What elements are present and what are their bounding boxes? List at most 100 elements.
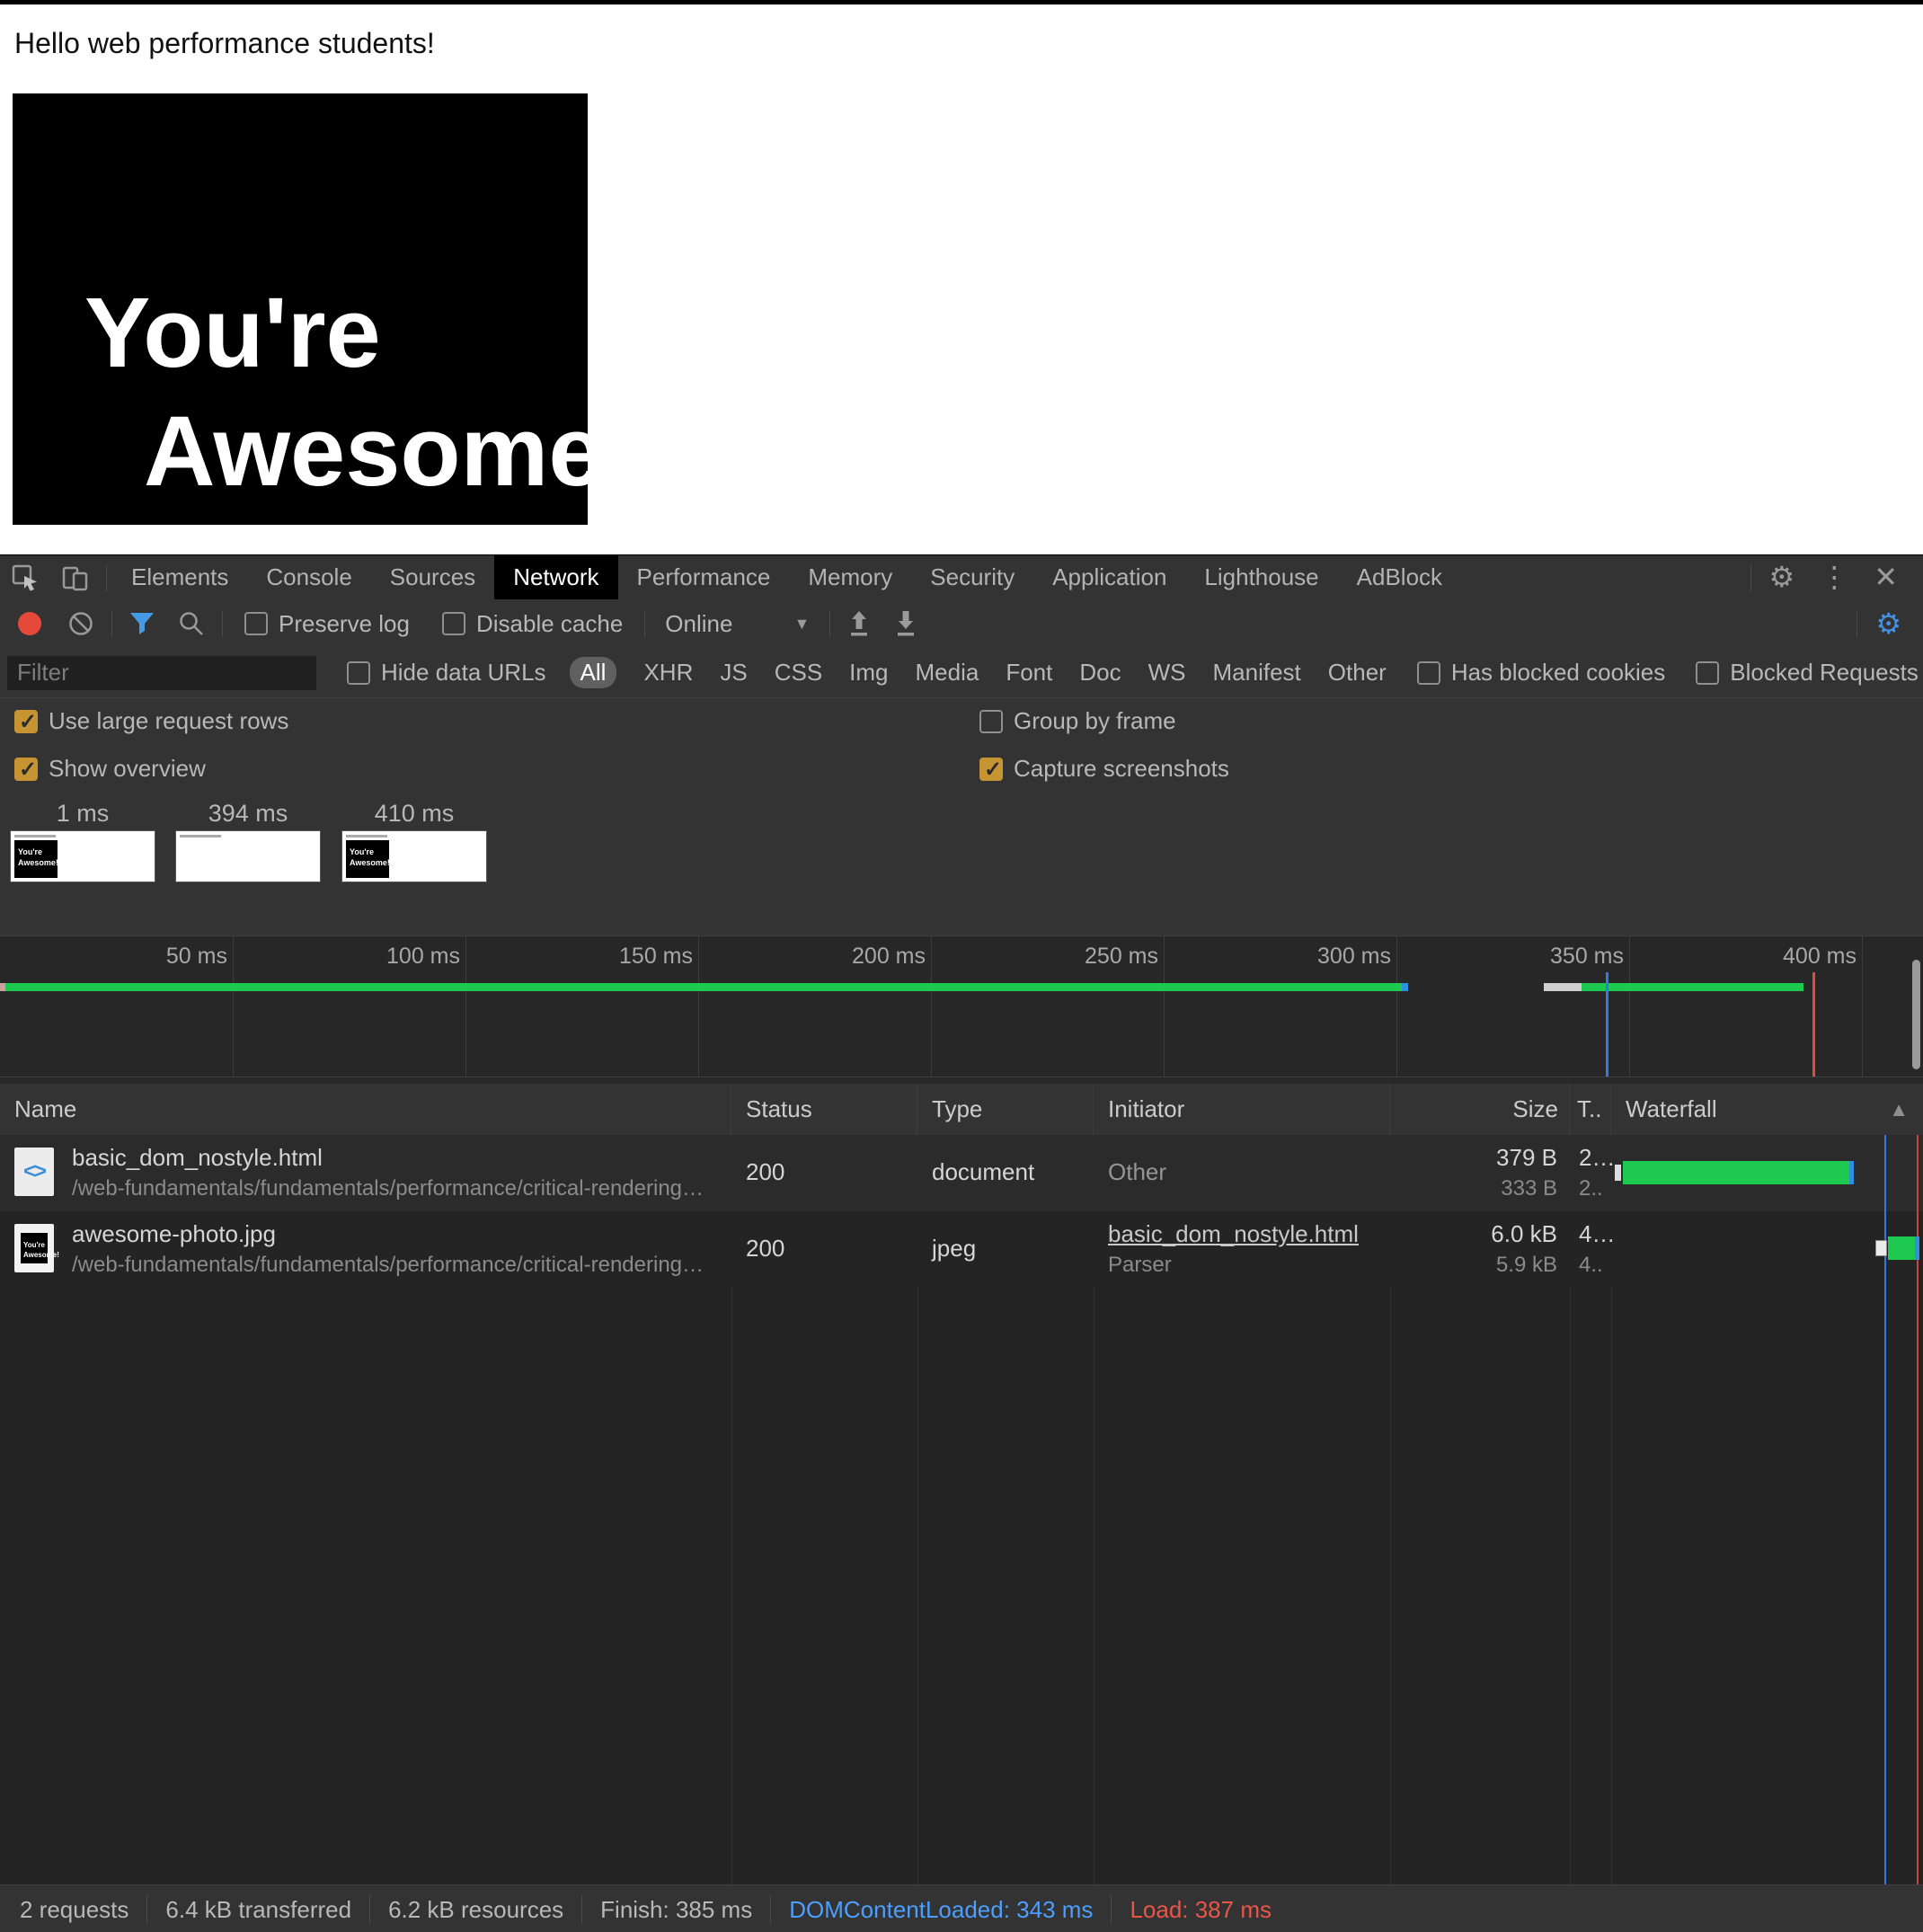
overview-tick-300ms: 300 ms — [1256, 944, 1391, 970]
network-overview[interactable]: 50 ms 100 ms 150 ms 200 ms 250 ms 300 ms… — [0, 935, 1923, 1077]
column-header-type[interactable]: Type — [917, 1084, 1094, 1135]
devtools-chrome: Elements Console Sources Network Perform… — [0, 555, 1923, 935]
filter-type-font[interactable]: Font — [1006, 659, 1052, 687]
filter-type-js[interactable]: JS — [720, 659, 747, 687]
filter-type-doc[interactable]: Doc — [1079, 659, 1121, 687]
record-button[interactable] — [18, 612, 41, 635]
tab-application[interactable]: Application — [1033, 555, 1185, 599]
tab-console[interactable]: Console — [247, 555, 370, 599]
table-row-basic-dom-nostyle[interactable]: <> basic_dom_nostyle.html /web-fundament… — [0, 1135, 1923, 1210]
search-icon — [177, 609, 206, 638]
tab-memory[interactable]: Memory — [789, 555, 911, 599]
request-size: 6.0 kB — [1390, 1220, 1557, 1248]
throttling-dropdown[interactable]: Online ▼ — [665, 610, 810, 638]
filter-type-manifest[interactable]: Manifest — [1213, 659, 1301, 687]
request-name[interactable]: awesome-photo.jpg — [72, 1220, 276, 1248]
has-blocked-cookies-checkbox[interactable] — [1417, 661, 1440, 685]
disable-cache-option[interactable]: Disable cache — [442, 610, 623, 638]
filter-type-other[interactable]: Other — [1328, 659, 1387, 687]
image-file-icon: You'reAwesome! — [14, 1224, 54, 1272]
image-text-line1: You're — [84, 284, 381, 383]
show-overview-option[interactable]: Show overview — [14, 755, 206, 783]
filmstrip-thumbnail-1[interactable]: You'reAwesome! — [10, 830, 155, 882]
column-header-size[interactable]: Size — [1390, 1084, 1570, 1135]
import-har-icon — [846, 609, 872, 638]
filter-type-xhr[interactable]: XHR — [643, 659, 693, 687]
waterfall-bar-request-2[interactable] — [1888, 1236, 1919, 1260]
kebab-menu-icon[interactable]: ⋮ — [1807, 555, 1861, 599]
overview-bar-request-2 — [1582, 983, 1803, 991]
filmstrip-time-2: 394 ms — [176, 800, 320, 828]
request-status: 200 — [746, 1235, 784, 1263]
disable-cache-checkbox[interactable] — [442, 612, 465, 635]
overview-tick-200ms: 200 ms — [791, 944, 926, 970]
has-blocked-cookies-label: Has blocked cookies — [1451, 659, 1665, 687]
tab-performance[interactable]: Performance — [618, 555, 790, 599]
group-by-frame-option[interactable]: Group by frame — [979, 707, 1176, 735]
table-row-awesome-photo[interactable]: You'reAwesome! awesome-photo.jpg /web-fu… — [0, 1210, 1923, 1287]
group-by-frame-checkbox[interactable] — [979, 710, 1003, 733]
scrollbar-thumb[interactable] — [1912, 960, 1920, 1069]
column-header-name[interactable]: Name — [0, 1084, 731, 1135]
overview-gridline — [931, 936, 932, 1077]
filter-input[interactable] — [7, 656, 316, 690]
hide-data-urls-option[interactable]: Hide data URLs — [347, 659, 546, 687]
capture-screenshots-option[interactable]: Capture screenshots — [979, 755, 1229, 783]
tab-sources[interactable]: Sources — [371, 555, 494, 599]
toolbar-divider-1 — [111, 610, 112, 637]
import-har-button[interactable] — [836, 609, 882, 638]
overview-bar-request-1-tip — [1402, 983, 1408, 991]
filter-type-media[interactable]: Media — [916, 659, 979, 687]
capture-screenshots-checkbox[interactable] — [979, 758, 1003, 781]
use-large-request-rows-label: Use large request rows — [49, 707, 288, 735]
clear-button[interactable] — [56, 609, 106, 638]
export-har-button[interactable] — [882, 609, 929, 638]
request-initiator-link[interactable]: basic_dom_nostyle.html — [1108, 1220, 1359, 1248]
request-name[interactable]: basic_dom_nostyle.html — [72, 1144, 323, 1172]
settings-gear-icon[interactable]: ⚙ — [1757, 555, 1808, 599]
request-size-content: 333 B — [1390, 1176, 1557, 1201]
request-time: 2… — [1579, 1144, 1615, 1172]
filter-type-ws[interactable]: WS — [1148, 659, 1186, 687]
column-header-initiator[interactable]: Initiator — [1094, 1084, 1390, 1135]
device-toolbar-icon — [61, 563, 90, 592]
column-header-waterfall[interactable]: Waterfall ▲ — [1611, 1084, 1923, 1135]
filter-type-img[interactable]: Img — [849, 659, 888, 687]
device-toolbar-button[interactable] — [50, 555, 101, 599]
filter-type-all[interactable]: All — [570, 657, 617, 688]
filmstrip-thumbnail-2[interactable] — [175, 830, 321, 882]
blocked-requests-checkbox[interactable] — [1696, 661, 1719, 685]
has-blocked-cookies-option[interactable]: Has blocked cookies — [1417, 659, 1665, 687]
hide-data-urls-checkbox[interactable] — [347, 661, 370, 685]
filmstrip-thumbnail-3[interactable]: You'reAwesome! — [341, 830, 487, 882]
tab-adblock[interactable]: AdBlock — [1338, 555, 1461, 599]
toolbar-divider-3 — [644, 610, 645, 637]
use-large-request-rows-option[interactable]: Use large request rows — [14, 707, 288, 735]
tabbar-divider — [106, 564, 107, 591]
preserve-log-option[interactable]: Preserve log — [244, 610, 410, 638]
search-button[interactable] — [166, 609, 217, 638]
show-overview-label: Show overview — [49, 755, 206, 783]
waterfall-stalled-tick — [1615, 1165, 1621, 1181]
column-header-time[interactable]: T.. — [1570, 1084, 1611, 1135]
preserve-log-checkbox[interactable] — [244, 612, 268, 635]
blocked-requests-option[interactable]: Blocked Requests — [1696, 659, 1919, 687]
tab-network[interactable]: Network — [494, 555, 617, 599]
request-status: 200 — [746, 1158, 784, 1186]
filter-funnel-icon — [128, 611, 155, 636]
column-header-status[interactable]: Status — [731, 1084, 917, 1135]
tab-lighthouse[interactable]: Lighthouse — [1185, 555, 1337, 599]
use-large-request-rows-checkbox[interactable] — [14, 710, 38, 733]
tab-elements[interactable]: Elements — [112, 555, 247, 599]
disable-cache-label: Disable cache — [476, 610, 623, 638]
filter-type-css[interactable]: CSS — [775, 659, 822, 687]
overview-gridline — [1629, 936, 1630, 1077]
inspect-element-button[interactable] — [0, 555, 50, 599]
waterfall-bar-request-1[interactable] — [1623, 1161, 1853, 1184]
request-size-content: 5.9 kB — [1390, 1253, 1557, 1278]
close-icon[interactable]: ✕ — [1861, 555, 1910, 599]
tab-security[interactable]: Security — [911, 555, 1033, 599]
filter-button[interactable] — [118, 611, 166, 636]
network-settings-gear-icon[interactable]: ⚙ — [1863, 602, 1914, 646]
show-overview-checkbox[interactable] — [14, 758, 38, 781]
